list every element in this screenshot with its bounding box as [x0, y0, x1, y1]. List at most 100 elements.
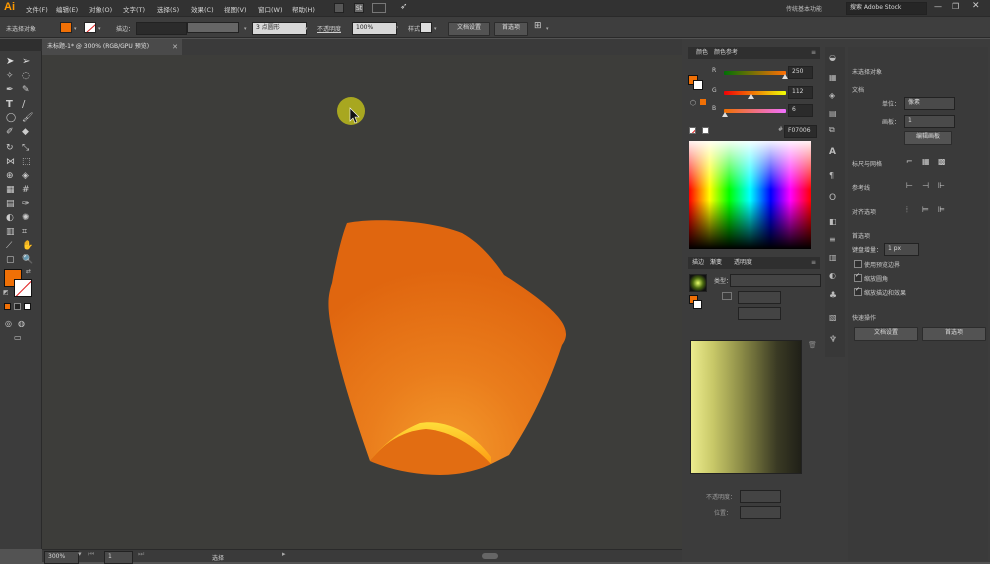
stock-icon[interactable]: St	[354, 3, 364, 13]
chevron-down-icon[interactable]: ▾	[305, 26, 308, 32]
menu-type[interactable]: 文字(T)	[123, 4, 145, 14]
snap-to-pixel-icon[interactable]: ⊨	[922, 205, 933, 216]
tab-stroke[interactable]: 描边	[692, 257, 704, 269]
gradient-position-input[interactable]	[740, 506, 781, 519]
hand-tool-icon[interactable]: ✋	[22, 241, 33, 251]
type-tool-icon[interactable]: T	[6, 99, 16, 110]
selection-tool-icon[interactable]: ➤	[6, 57, 16, 67]
menu-file[interactable]: 文件(F)	[26, 4, 48, 14]
gradient-angle-input[interactable]	[738, 291, 781, 304]
ruler-icon[interactable]: ⌐	[906, 157, 917, 168]
pen-tool-icon[interactable]: ✒	[6, 85, 16, 95]
panel-menu-icon[interactable]: ≡	[811, 257, 816, 269]
scale-corners-checkbox[interactable]	[854, 272, 862, 282]
gradient-mode-icon[interactable]	[14, 303, 21, 310]
gradient-reverse-icon[interactable]	[722, 292, 732, 300]
channel-g-value[interactable]: 112	[788, 86, 813, 99]
channel-g-slider[interactable]	[724, 91, 786, 95]
chevron-right-icon[interactable]: ▸	[282, 550, 286, 558]
channel-b-handle[interactable]	[722, 112, 729, 117]
last-artboard-icon[interactable]: ⏭	[138, 550, 144, 559]
channel-r-value[interactable]: 250	[788, 66, 813, 79]
grid-icon[interactable]: ▦	[922, 157, 933, 168]
screen-mode-icon[interactable]: ▭	[14, 333, 22, 342]
stroke-color-box[interactable]	[14, 279, 32, 297]
zoom-level[interactable]: 300%	[44, 551, 79, 564]
out-of-gamut-icon[interactable]: ⬡	[690, 99, 696, 107]
character-icon[interactable]: A	[829, 147, 840, 158]
color-mode-icon[interactable]	[4, 303, 11, 310]
gradient-aspect-input[interactable]	[738, 307, 781, 320]
keyboard-increment-input[interactable]: 1 px	[884, 243, 919, 256]
gradient-opacity-input[interactable]	[740, 490, 781, 503]
curvature-tool-icon[interactable]: ✎	[22, 85, 32, 95]
gradient-thumbnail[interactable]	[689, 274, 707, 292]
gamut-swatch[interactable]	[700, 99, 706, 105]
fill-swatch[interactable]	[60, 22, 72, 33]
align-icon[interactable]: ▤	[829, 109, 840, 120]
snap-to-point-icon[interactable]: ⦙	[906, 205, 917, 216]
qa-document-setup-button[interactable]: 文档设置	[854, 327, 918, 341]
tab-transparency[interactable]: 透明度	[734, 257, 752, 269]
tab-gradient[interactable]: 渐变	[710, 257, 722, 269]
paintbrush-icon[interactable]: 🖌	[22, 113, 33, 123]
gradient-panel-icon[interactable]: ▥	[829, 253, 840, 264]
none-mode-icon[interactable]	[24, 303, 31, 310]
document-tab[interactable]: 未标题-1* @ 300% (RGB/GPU 预览) ✕	[42, 39, 182, 55]
gradient-stroke-swatch[interactable]	[693, 300, 702, 309]
swap-fill-stroke-icon[interactable]: ⇄	[26, 268, 31, 275]
shape-builder-icon[interactable]: ⊕	[6, 171, 16, 181]
variable-width-profile[interactable]	[187, 22, 239, 33]
document-setup-button[interactable]: 文档设置	[448, 22, 490, 36]
column-graph-icon[interactable]: ▥	[6, 227, 16, 237]
artboard-number[interactable]: 1	[104, 551, 133, 564]
paragraph-icon[interactable]: ¶	[829, 171, 840, 182]
lasso-icon[interactable]: ◌	[22, 71, 32, 81]
close-window-icon[interactable]: ✕	[972, 1, 980, 11]
tab-color[interactable]: 颜色	[696, 47, 708, 59]
arrange-icon[interactable]: ⊞	[534, 21, 542, 31]
draw-mode-icon[interactable]: ◎	[5, 319, 12, 328]
hex-value[interactable]: F07006	[784, 125, 817, 138]
draw-inside-icon[interactable]: ◍	[18, 319, 25, 328]
none-color-icon[interactable]	[689, 127, 696, 134]
restore-icon[interactable]: ❐	[952, 2, 959, 11]
color-spectrum[interactable]	[689, 141, 811, 249]
channel-r-handle[interactable]	[781, 74, 788, 79]
channel-b-slider[interactable]	[724, 109, 786, 113]
graphic-style-swatch[interactable]	[420, 22, 432, 33]
layers-icon[interactable]: ◈	[829, 91, 840, 102]
mesh-tool-icon[interactable]: #	[22, 185, 32, 195]
units-select[interactable]: 像素	[904, 97, 955, 110]
artboard-canvas[interactable]	[42, 55, 682, 549]
chevron-down-icon[interactable]: ▾	[244, 26, 247, 32]
panel-menu-icon[interactable]: ≡	[811, 47, 816, 59]
channel-b-value[interactable]: 6	[788, 104, 813, 117]
graphic-styles-icon[interactable]: ▧	[829, 313, 840, 324]
artboard-select[interactable]: 1	[904, 115, 955, 128]
gradient-tool-icon[interactable]: ▤	[6, 199, 16, 209]
gradient-type-select[interactable]	[730, 274, 821, 287]
first-artboard-icon[interactable]: ⏮	[88, 550, 94, 559]
default-fill-stroke-icon[interactable]: ◩	[3, 289, 9, 296]
show-guides-icon[interactable]: ⊢	[906, 181, 917, 192]
menu-edit[interactable]: 编辑(E)	[56, 4, 78, 14]
lock-guides-icon[interactable]: ⊣	[922, 181, 933, 192]
menu-object[interactable]: 对象(O)	[89, 4, 112, 14]
trash-icon[interactable]: 🗑	[808, 341, 817, 349]
opentype-icon[interactable]: O	[829, 193, 840, 204]
smart-guides-icon[interactable]: ⊩	[938, 181, 949, 192]
chevron-right-icon[interactable]: ›	[396, 24, 398, 31]
menu-select[interactable]: 选择(S)	[157, 4, 179, 14]
shaper-tool-icon[interactable]: ✐	[6, 127, 16, 137]
chevron-down-icon[interactable]: ▾	[434, 26, 437, 32]
channel-g-handle[interactable]	[748, 94, 755, 99]
gradient-preview[interactable]	[690, 340, 802, 474]
opacity-label[interactable]: 不透明度	[317, 24, 341, 33]
white-swatch[interactable]	[702, 127, 709, 134]
menu-view[interactable]: 视图(V)	[224, 4, 247, 14]
edit-artboard-button[interactable]: 编辑画板	[904, 131, 952, 145]
color-panel-icon[interactable]: ◒	[829, 53, 840, 64]
symbol-sprayer-icon[interactable]: ✺	[22, 213, 32, 223]
rotate-tool-icon[interactable]: ↻	[6, 143, 16, 153]
